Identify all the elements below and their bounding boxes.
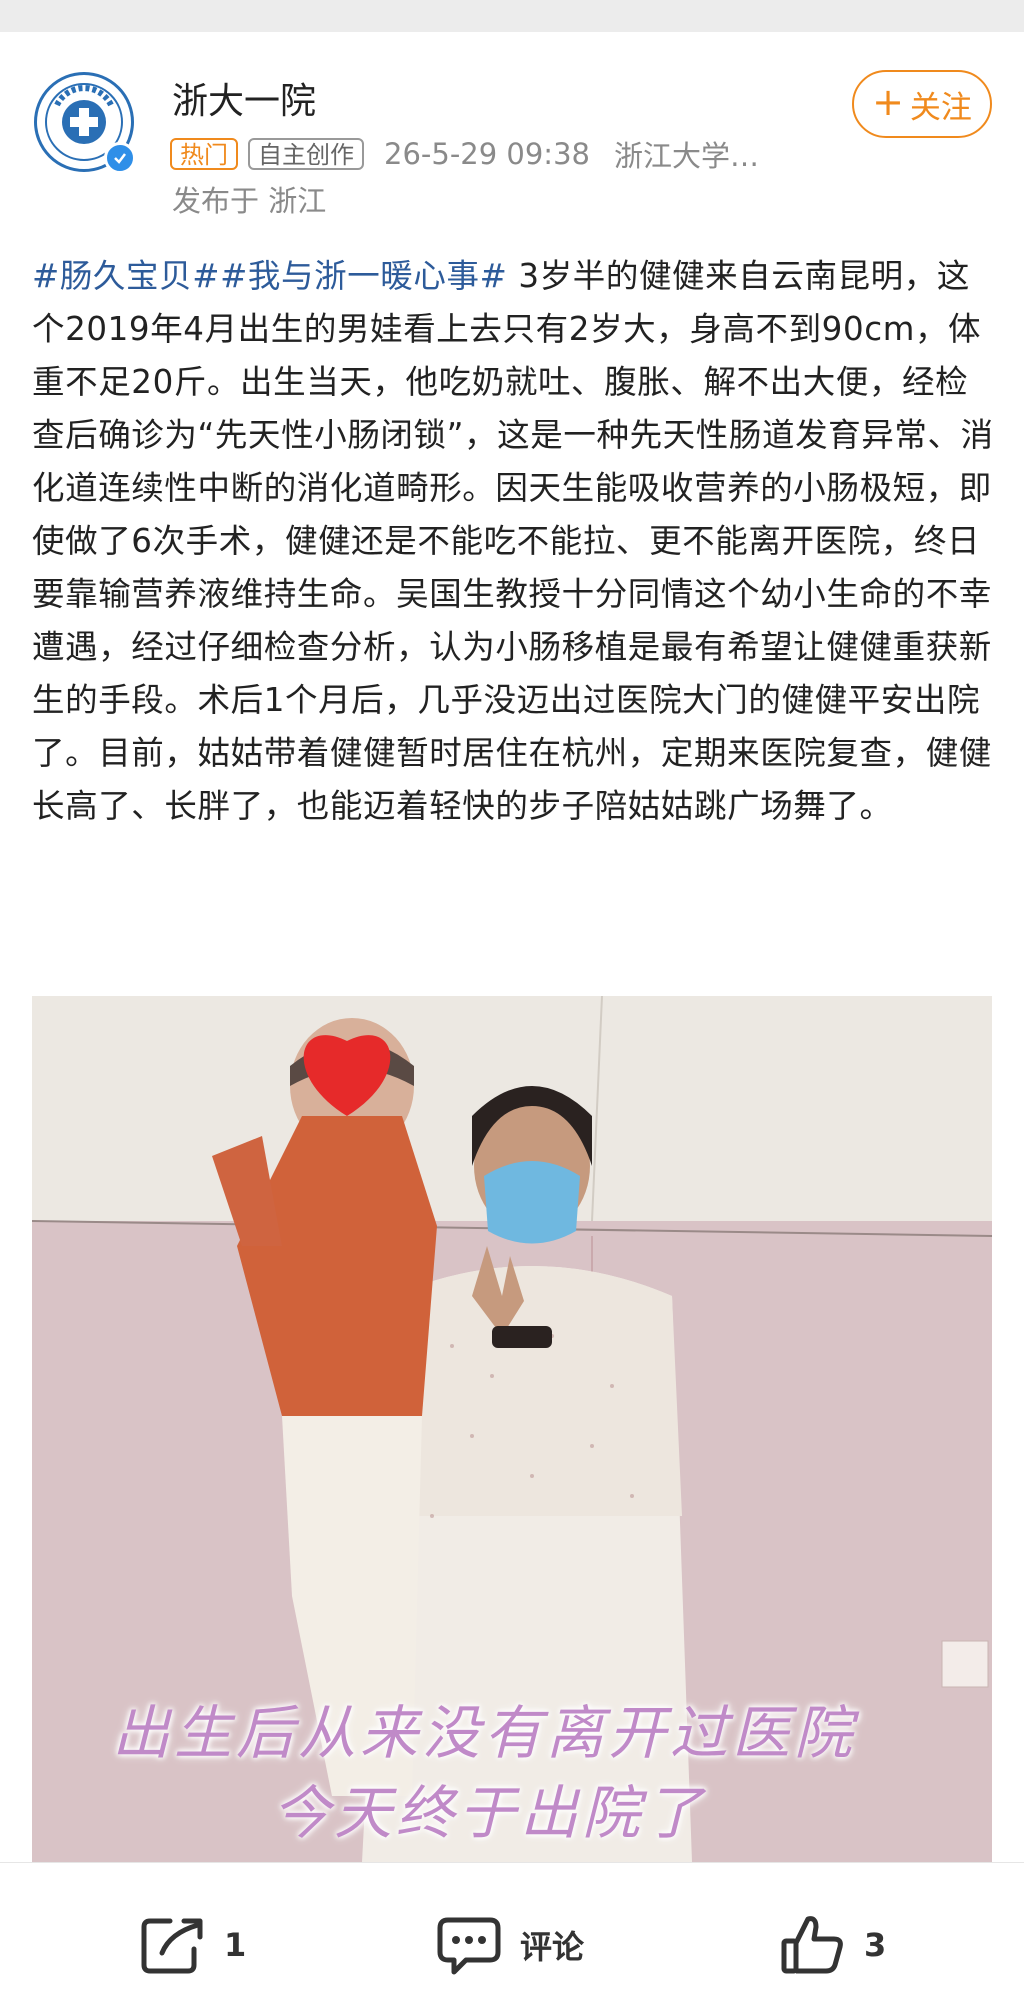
share-icon	[141, 1918, 203, 1974]
like-count: 3	[864, 1926, 887, 1964]
plus-icon: +	[872, 80, 904, 124]
photo-image	[32, 996, 992, 1862]
like-button[interactable]: 3	[780, 1913, 886, 1977]
author-name[interactable]: 浙大一院	[172, 72, 316, 124]
original-badge: 自主创作	[248, 138, 364, 170]
thumbs-up-icon	[781, 1916, 843, 1974]
comment-icon	[437, 1917, 501, 1975]
top-status-strip	[0, 0, 1024, 32]
post-source: 浙江大学…	[613, 139, 759, 173]
action-bar: 1 评论 3	[0, 1862, 1024, 2005]
comment-button[interactable]: 评论	[436, 1913, 584, 1977]
hashtag-link[interactable]: #肠久宝贝#	[32, 257, 220, 295]
post-meta: 热门 自主创作 26-5-29 09:38 浙江大学…	[170, 134, 759, 174]
hashtag-link[interactable]: #我与浙一暖心事#	[220, 257, 507, 295]
post-body-text: 3岁半的健健来自云南昆明，这个2019年4月出生的男娃看上去只有2岁大，身高不到…	[32, 257, 994, 825]
post-photo[interactable]: 出生后从来没有离开过医院 今天终于出院了	[32, 996, 992, 1862]
follow-label: 关注	[909, 89, 972, 126]
share-button[interactable]: 1	[140, 1913, 246, 1977]
post-timestamp: 26-5-29 09:38	[384, 137, 590, 171]
post-body: #肠久宝贝##我与浙一暖心事# 3岁半的健健来自云南昆明，这个2019年4月出生…	[32, 250, 994, 833]
follow-button[interactable]: + 关注	[852, 70, 992, 138]
post-header: 浙大一院 + 关注 热门 自主创作 26-5-29 09:38 浙江大学… 发布…	[0, 32, 1024, 242]
hot-badge: 热门	[170, 138, 238, 170]
post-location: 发布于 浙江	[172, 184, 327, 218]
verified-check-icon	[104, 142, 136, 174]
share-count: 1	[224, 1926, 247, 1964]
comment-label: 评论	[520, 1928, 585, 1966]
